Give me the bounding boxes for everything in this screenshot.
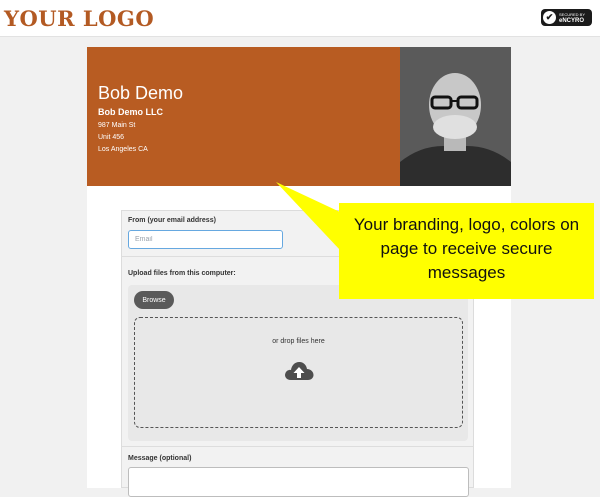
address-line-2: Unit 456 — [98, 134, 125, 141]
secured-by-badge: ✔ SECURED BY eNCYRO — [541, 9, 592, 26]
badge-line1: SECURED BY — [559, 11, 586, 17]
check-icon: ✔ — [543, 11, 556, 24]
badge-line2: eNCYRO — [559, 17, 585, 24]
email-input[interactable] — [128, 230, 283, 249]
brand-logo[interactable]: YOUR LOGO — [4, 6, 154, 31]
recipient-name: Bob Demo — [98, 83, 184, 103]
cloud-upload-icon — [285, 361, 314, 380]
divider — [121, 446, 474, 447]
from-label: From (your email address) — [128, 217, 216, 224]
address-line-3: Los Angeles CA — [98, 146, 148, 153]
address-line-1: 987 Main St — [98, 122, 136, 129]
top-bar: YOUR LOGO ✔ SECURED BY eNCYRO — [0, 0, 600, 37]
upload-label: Upload files from this computer: — [128, 270, 236, 277]
profile-photo — [400, 47, 511, 186]
sender-header: Bob Demo Bob Demo LLC 987 Main St Unit 4… — [87, 47, 511, 186]
file-dropzone[interactable]: or drop files here — [134, 317, 463, 428]
callout-note: Your branding, logo, colors on page to r… — [339, 203, 594, 299]
message-label: Message (optional) — [128, 455, 192, 462]
company-name: Bob Demo LLC — [98, 107, 163, 117]
message-textarea[interactable] — [128, 467, 469, 497]
drop-text: or drop files here — [272, 338, 325, 345]
browse-button[interactable]: Browse — [134, 291, 174, 309]
